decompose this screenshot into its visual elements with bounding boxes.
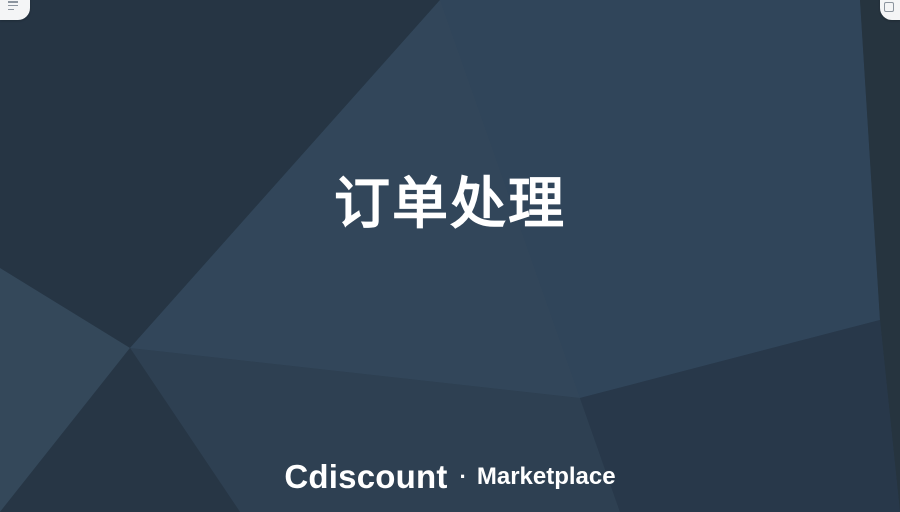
brand-logo: Cdiscount · Marketplace [0, 458, 900, 496]
brand-name: Cdiscount [284, 458, 448, 495]
square-icon [884, 2, 894, 12]
slide-title: 订单处理 [334, 172, 566, 237]
slide-canvas: 订单处理 Cdiscount · Marketplace [0, 0, 900, 512]
menu-icon [8, 1, 18, 11]
menu-button[interactable] [0, 0, 30, 20]
background-facets [0, 0, 900, 512]
brand-separator: · [459, 464, 467, 489]
brand-subtitle: Marketplace [476, 463, 616, 490]
